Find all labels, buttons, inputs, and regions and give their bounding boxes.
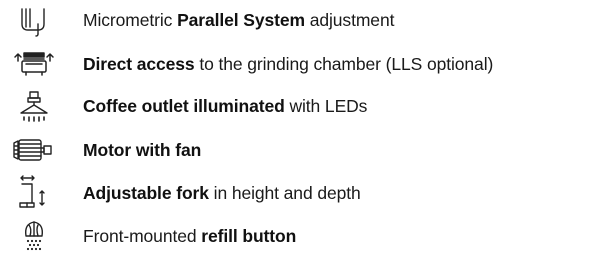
- feature-item-adjustable-fork: Adjustable fork in height and depth: [0, 173, 609, 213]
- feature-text-bold: Motor with fan: [83, 140, 202, 160]
- feature-text-before: Micrometric: [83, 10, 178, 30]
- feature-text-bold: Coffee outlet illuminated: [83, 96, 285, 116]
- feature-list: Micrometric Parallel System adjustment D…: [0, 0, 609, 277]
- feature-text-bold: refill button: [201, 226, 297, 246]
- illuminated-outlet-icon: [4, 86, 64, 126]
- feature-text: Direct access to the grinding chamber (L…: [83, 44, 493, 84]
- feature-text: Micrometric Parallel System adjustment: [83, 0, 394, 40]
- grinding-chamber-access-icon: [4, 44, 64, 84]
- feature-text-bold: Adjustable fork: [83, 183, 209, 203]
- feature-item-refill-button: Front-mounted refill button: [0, 216, 609, 256]
- feature-item-motor-fan: Motor with fan: [0, 130, 609, 170]
- feature-text-after: in height and depth: [208, 183, 361, 203]
- feature-text-bold: Parallel System: [177, 10, 305, 30]
- feature-text-after: adjustment: [304, 10, 395, 30]
- adjustable-fork-icon: [4, 173, 64, 213]
- feature-text-after: with LEDs: [284, 96, 368, 116]
- feature-text: Front-mounted refill button: [83, 216, 296, 256]
- feature-item-parallel-system: Micrometric Parallel System adjustment: [0, 0, 609, 40]
- feature-text-after: to the grinding chamber (LLS optional): [194, 54, 494, 74]
- feature-text: Coffee outlet illuminated with LEDs: [83, 86, 367, 126]
- feature-text-bold: Direct access: [83, 54, 195, 74]
- motor-fan-icon: [4, 130, 64, 170]
- feature-text: Motor with fan: [83, 130, 201, 170]
- refill-button-icon: [4, 216, 64, 256]
- feature-text: Adjustable fork in height and depth: [83, 173, 361, 213]
- feature-item-coffee-outlet: Coffee outlet illuminated with LEDs: [0, 86, 609, 126]
- feature-item-direct-access: Direct access to the grinding chamber (L…: [0, 44, 609, 84]
- parallel-system-icon: [4, 0, 64, 40]
- feature-text-before: Front-mounted: [83, 226, 202, 246]
